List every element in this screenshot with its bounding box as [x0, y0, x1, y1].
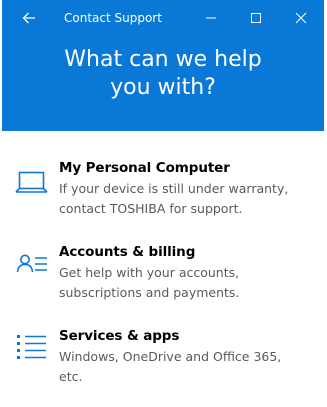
option-description: Get help with your accounts, subscriptio…	[59, 263, 321, 303]
option-description-line-2: contact TOSHIBA for support.	[59, 201, 243, 216]
title-bar: Contact Support	[2, 0, 324, 36]
maximize-button[interactable]	[245, 7, 267, 29]
option-description-line-2: etc.	[59, 369, 83, 384]
close-icon	[295, 12, 307, 24]
hero-line-2: you with?	[110, 75, 216, 100]
header-banner: Contact Support What can we help you wit…	[2, 0, 324, 131]
option-description-line-1: Get help with your accounts,	[59, 265, 240, 280]
minimize-icon	[206, 17, 216, 19]
option-title: Accounts & billing	[59, 244, 196, 260]
option-services-apps[interactable]: Services & apps Windows, OneDrive and Of…	[0, 323, 327, 407]
option-description: If your device is still under warranty, …	[59, 179, 321, 219]
contact-support-window: Contact Support What can we help you wit…	[0, 0, 327, 405]
option-personal-computer[interactable]: My Personal Computer If your device is s…	[0, 155, 327, 239]
back-button[interactable]	[19, 8, 39, 28]
option-description: Windows, OneDrive and Office 365, etc.	[59, 347, 321, 387]
option-description-line-2: subscriptions and payments.	[59, 285, 240, 300]
hero-line-1: What can we help	[64, 47, 262, 72]
option-title: Services & apps	[59, 328, 180, 344]
bulleted-list-icon	[17, 335, 46, 359]
arrow-left-icon	[22, 12, 35, 24]
close-button[interactable]	[290, 7, 312, 29]
option-accounts-billing[interactable]: Accounts & billing Get help with your ac…	[0, 239, 327, 323]
account-list-icon	[16, 254, 47, 273]
maximize-icon	[251, 13, 261, 23]
hero-heading: What can we help you with?	[2, 46, 324, 102]
option-description-line-1: If your device is still under warranty,	[59, 181, 289, 196]
option-description-line-1: Windows, OneDrive and Office 365,	[59, 349, 282, 364]
minimize-button[interactable]	[200, 7, 222, 29]
option-title: My Personal Computer	[59, 160, 230, 176]
support-options-list: My Personal Computer If your device is s…	[0, 155, 327, 407]
laptop-icon	[15, 171, 48, 193]
window-title: Contact Support	[64, 11, 162, 25]
